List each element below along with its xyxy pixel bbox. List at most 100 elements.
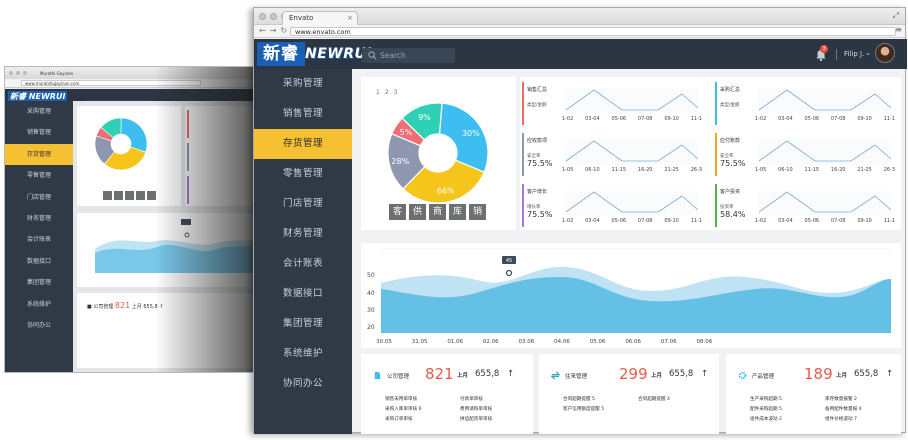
back-sidebar-item[interactable]: 会计账表 (5, 229, 73, 250)
mini-line-chart: 01-02 03-04 05-06 07-08 09-10 11-12 (755, 191, 895, 224)
back-pie-button[interactable] (136, 191, 145, 200)
mini-x-tick: 16-20 (831, 167, 846, 173)
mini-x-tick: 03-04 (778, 218, 793, 224)
sidebar-item[interactable]: 集团管理 (254, 309, 352, 339)
sidebar-item[interactable]: 存货管理 (254, 129, 352, 159)
list-item-link[interactable]: 组件成本波动 2 (750, 416, 825, 422)
mini-chart-card: 采购汇总类型/金额 01-02 03-04 05-06 07-08 09-10 11-12 (715, 80, 903, 127)
wave-y-tick: 20 (367, 324, 375, 331)
sidebar-item[interactable]: 协同办公 (254, 369, 352, 399)
pager-item[interactable]: 3 (394, 89, 398, 96)
header-divider (836, 49, 837, 60)
pie-category-button[interactable]: 销 (469, 204, 486, 220)
summary-card-value: 655,8 (854, 369, 879, 379)
back-sidebar-item[interactable]: 门店管理 (5, 187, 73, 208)
donut-slice-label: 66% (437, 187, 455, 196)
summary-card-title: 往来管理 (565, 374, 588, 380)
sidebar-item[interactable]: 销售管理 (254, 99, 352, 129)
wave-tooltip-value: 45 (506, 258, 512, 264)
list-item-link[interactable]: 组件价格波动 7 (825, 416, 900, 422)
back-tab-title[interactable]: Murathi Gayinen (40, 71, 73, 76)
pie-category-button[interactable]: 库 (449, 204, 466, 220)
list-item-link[interactable]: 合同超期提醒 4 (638, 396, 713, 402)
user-name[interactable]: Filip J. (844, 50, 864, 58)
back-sidebar-item[interactable]: 存货管理 (5, 143, 73, 166)
mini-chart-accent (715, 133, 717, 176)
list-item-link[interactable]: 采购入库单审核 6 (385, 406, 460, 412)
wave-marker[interactable] (505, 269, 513, 277)
wave-y-tick: 30 (367, 307, 375, 314)
pager-item[interactable]: 1 (376, 89, 380, 96)
mini-chart-card: 应付账款安全率75.5%01-0506-1011-1516-2021-2526-… (715, 131, 903, 178)
mini-chart-title: 采购汇总 (720, 87, 741, 93)
close-dot-icon[interactable] (9, 71, 13, 75)
list-item-link[interactable]: 付款单审核 (460, 396, 535, 402)
list-item-link[interactable]: 销售未用单审核 (385, 396, 460, 402)
sidebar-item[interactable]: 会计账表 (254, 249, 352, 279)
sidebar-item[interactable]: 财务管理 (254, 219, 352, 249)
pager-item[interactable]: 2 (385, 89, 389, 96)
list-item-link[interactable]: 生产采购超期 5 (750, 396, 825, 402)
pie-category-button[interactable]: 客 (389, 204, 406, 220)
mini-x-tick: 26-31 (691, 167, 702, 173)
gear-icon (738, 371, 747, 380)
summary-card-period: 上月 (457, 373, 469, 379)
arrow-up-icon: ↑ (886, 369, 894, 379)
mini-x-tick: 11-12 (691, 218, 702, 224)
maximize-dot-icon[interactable] (23, 71, 27, 75)
mini-chart-card: 客户增长增长率75.5%01-0203-0405-0607-0809-1011-… (522, 182, 710, 229)
mini-chart-title: 客户增长 (527, 189, 548, 195)
sidebar-item[interactable]: 数据接口 (254, 279, 352, 309)
back-sidebar-item[interactable]: 财务管理 (5, 208, 73, 229)
search-input[interactable]: Search (362, 48, 455, 63)
list-item-link[interactable]: 费用请购单审核 (460, 406, 535, 412)
background-browser-window: Murathi Gayinen www.muratshigayinan.com … (4, 66, 254, 373)
back-sidebar-item[interactable]: 系统维护 (5, 294, 73, 315)
wave-x-tick: 05.06 (590, 339, 606, 345)
back-pie-button[interactable] (114, 191, 123, 200)
list-item: 客户信用额度提醒 5 (563, 404, 713, 414)
minimize-dot-icon[interactable] (16, 71, 20, 75)
mini-x-tick: 03-04 (778, 116, 793, 122)
sidebar-item[interactable]: 采购管理 (254, 69, 352, 99)
avatar[interactable] (875, 43, 895, 63)
sidebar-item[interactable]: 系统维护 (254, 339, 352, 369)
list-item-link[interactable]: 采购订单审核 (385, 416, 460, 422)
back-sidebar-item[interactable]: 零售管理 (5, 165, 73, 186)
mini-x-tick: 03-04 (585, 218, 600, 224)
mini-chart-card: 销售汇总类型/金额 01-02 03-04 05-06 07-08 09-10 11-12 (522, 80, 710, 127)
wave-x-tick: 04.06 (554, 339, 570, 345)
donut-chart: 30% 66% 28% 5% 9% (387, 102, 489, 204)
list-item-link[interactable]: 拼运配货单审核 (460, 416, 535, 422)
mini-line-chart: 01-02 03-04 05-06 07-08 09-10 11-12 (562, 89, 702, 122)
list-item: 销售未用单审核 付款单审核 (385, 394, 535, 404)
mini-chart-subtitle: 类型/金额 (720, 103, 740, 108)
back-sidebar-item[interactable]: 集团管理 (5, 272, 73, 293)
mini-x-tick: 09-10 (857, 218, 872, 224)
list-item-link[interactable]: 配件采购超期 5 (750, 406, 825, 412)
mini-x-tick: 26-31 (884, 167, 895, 173)
back-sidebar-item[interactable]: 采购管理 (5, 101, 73, 122)
list-item-link[interactable]: 合同超期提醒 5 (563, 396, 638, 402)
sidebar-item[interactable]: 零售管理 (254, 159, 352, 189)
back-sidebar-item[interactable]: 数据接口 (5, 251, 73, 272)
list-item-link[interactable]: 库存数量报警 2 (825, 396, 900, 402)
app-logo[interactable]: 新睿 NEWRUI (257, 42, 372, 66)
list-item-link[interactable]: 备用配件数量报 4 (825, 406, 900, 412)
summary-card: 产品管理 189 上月 655,8 ↑ 生产采购超期 5 库存数量报警 2 配件采购超期 5备… (726, 354, 901, 434)
list-item: 生产采购超期 5 库存数量报警 2 (750, 394, 900, 404)
pie-category-button[interactable]: 商 (429, 204, 446, 220)
sidebar-item[interactable]: 门店管理 (254, 189, 352, 219)
mini-chart-title: 客户投资 (720, 189, 741, 195)
list-item-link[interactable]: 客户信用额度提醒 5 (563, 406, 638, 412)
back-pie-button[interactable] (125, 191, 134, 200)
back-sidebar-item[interactable]: 销售管理 (5, 122, 73, 143)
summary-card-list: 合同超期提醒 5 合同超期提醒 4 客户信用额度提醒 5 (563, 394, 713, 414)
chevron-down-icon[interactable]: ⌄ (865, 49, 871, 57)
summary-card: 公司管理 821 上月 655,8 ↑ 销售未用单审核 付款单审核 采购入库单审核 6 费用请购… (361, 354, 533, 434)
back-sidebar-item[interactable]: 协同办公 (5, 315, 73, 336)
mini-x-tick: 06-10 (778, 167, 793, 173)
mini-x-tick: 11-15 (612, 167, 627, 173)
pie-category-button[interactable]: 供 (409, 204, 426, 220)
back-pie-button[interactable] (103, 191, 112, 200)
